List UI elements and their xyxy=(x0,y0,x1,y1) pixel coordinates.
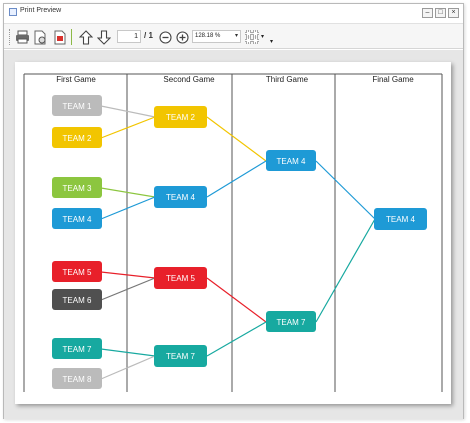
app-icon xyxy=(9,8,17,16)
toolbar-separator xyxy=(71,29,72,45)
connector-line xyxy=(315,218,376,323)
connector-line xyxy=(315,160,376,220)
connector-line xyxy=(100,105,156,118)
window-title: Print Preview xyxy=(20,7,62,14)
team-box: TEAM 2 xyxy=(52,127,102,148)
zoom-in-icon xyxy=(175,30,189,44)
preview-area[interactable]: First Game Second Game Third Game Final … xyxy=(4,50,463,419)
page-setup-icon xyxy=(34,30,46,44)
connector-line xyxy=(206,321,267,357)
page-total: / 1 xyxy=(144,31,153,40)
team-label: TEAM 4 xyxy=(277,157,306,166)
connector-line xyxy=(206,116,267,162)
zoom-out-button[interactable] xyxy=(157,29,173,45)
next-page-button[interactable] xyxy=(96,29,112,45)
layout-dropdown-icon[interactable]: ▾ xyxy=(261,33,264,40)
team-box: TEAM 4 xyxy=(374,208,427,230)
print-preview-window: Print Preview – □ × 1 / 1 128.18 % ▾ ▾ ▾… xyxy=(3,3,464,419)
team-box: TEAM 5 xyxy=(52,261,102,282)
team-box: TEAM 4 xyxy=(266,150,316,171)
team-box: TEAM 4 xyxy=(154,186,207,208)
team-box: TEAM 1 xyxy=(52,95,102,116)
close-button[interactable]: × xyxy=(448,8,459,18)
connector-line xyxy=(206,277,267,323)
multi-page-icon xyxy=(245,30,259,44)
previous-page-button[interactable] xyxy=(78,29,94,45)
team-label: TEAM 4 xyxy=(63,215,92,224)
team-label: TEAM 7 xyxy=(63,345,92,354)
team-label: TEAM 4 xyxy=(166,193,195,202)
team-box: TEAM 4 xyxy=(52,208,102,229)
zoom-in-button[interactable] xyxy=(174,29,190,45)
team-label: TEAM 5 xyxy=(63,268,92,277)
minimize-button[interactable]: – xyxy=(422,8,433,18)
column-header-third-game: Third Game xyxy=(266,75,309,84)
connector-line xyxy=(100,196,156,220)
preview-page: First Game Second Game Third Game Final … xyxy=(15,62,451,404)
zoom-out-icon xyxy=(158,30,172,44)
title-bar: Print Preview – □ × xyxy=(4,4,463,20)
team-box: TEAM 6 xyxy=(52,289,102,310)
pdf-icon xyxy=(54,30,66,44)
toolbar: 1 / 1 128.18 % ▾ ▾ ▾ xyxy=(4,23,463,49)
toolbar-grip xyxy=(9,29,11,45)
toolbar-overflow-icon[interactable]: ▾ xyxy=(270,38,273,45)
arrow-down-icon xyxy=(97,29,111,45)
champion-label: TEAM 4 xyxy=(386,215,415,224)
team-label: TEAM 8 xyxy=(63,375,92,384)
zoom-select[interactable]: 128.18 % ▾ xyxy=(192,30,241,43)
team-label: TEAM 3 xyxy=(63,184,92,193)
column-header-second-game: Second Game xyxy=(163,75,215,84)
column-header-final-game: Final Game xyxy=(372,75,414,84)
team-box: TEAM 7 xyxy=(154,345,207,367)
connector-line xyxy=(100,271,156,279)
team-label: TEAM 7 xyxy=(277,318,306,327)
connector-line xyxy=(100,348,156,357)
team-box: TEAM 5 xyxy=(154,267,207,289)
team-box: TEAM 2 xyxy=(154,106,207,128)
print-icon xyxy=(15,30,29,44)
team-label: TEAM 2 xyxy=(166,113,195,122)
team-box: TEAM 8 xyxy=(52,368,102,389)
page-setup-button[interactable] xyxy=(32,29,48,45)
team-label: TEAM 7 xyxy=(166,352,195,361)
maximize-button[interactable]: □ xyxy=(435,8,446,18)
team-box: TEAM 7 xyxy=(52,338,102,359)
connector-line xyxy=(206,160,267,198)
page-number-input[interactable]: 1 xyxy=(117,30,141,43)
print-button[interactable] xyxy=(14,29,30,45)
chevron-down-icon: ▾ xyxy=(234,33,238,39)
team-label: TEAM 5 xyxy=(166,274,195,283)
column-header-first-game: First Game xyxy=(56,75,96,84)
team-label: TEAM 6 xyxy=(63,296,92,305)
connector-line xyxy=(100,116,156,139)
zoom-value: 128.18 % xyxy=(195,33,221,39)
team-label: TEAM 2 xyxy=(63,134,92,143)
tournament-bracket: First Game Second Game Third Game Final … xyxy=(23,73,443,392)
team-label: TEAM 1 xyxy=(63,102,92,111)
connector-line xyxy=(100,277,156,301)
connector-line xyxy=(100,187,156,198)
export-pdf-button[interactable] xyxy=(52,29,68,45)
connector-line xyxy=(100,355,156,380)
page-layout-button[interactable] xyxy=(244,29,260,45)
arrow-up-icon xyxy=(79,29,93,45)
team-box: TEAM 7 xyxy=(266,311,316,332)
team-box: TEAM 3 xyxy=(52,177,102,198)
